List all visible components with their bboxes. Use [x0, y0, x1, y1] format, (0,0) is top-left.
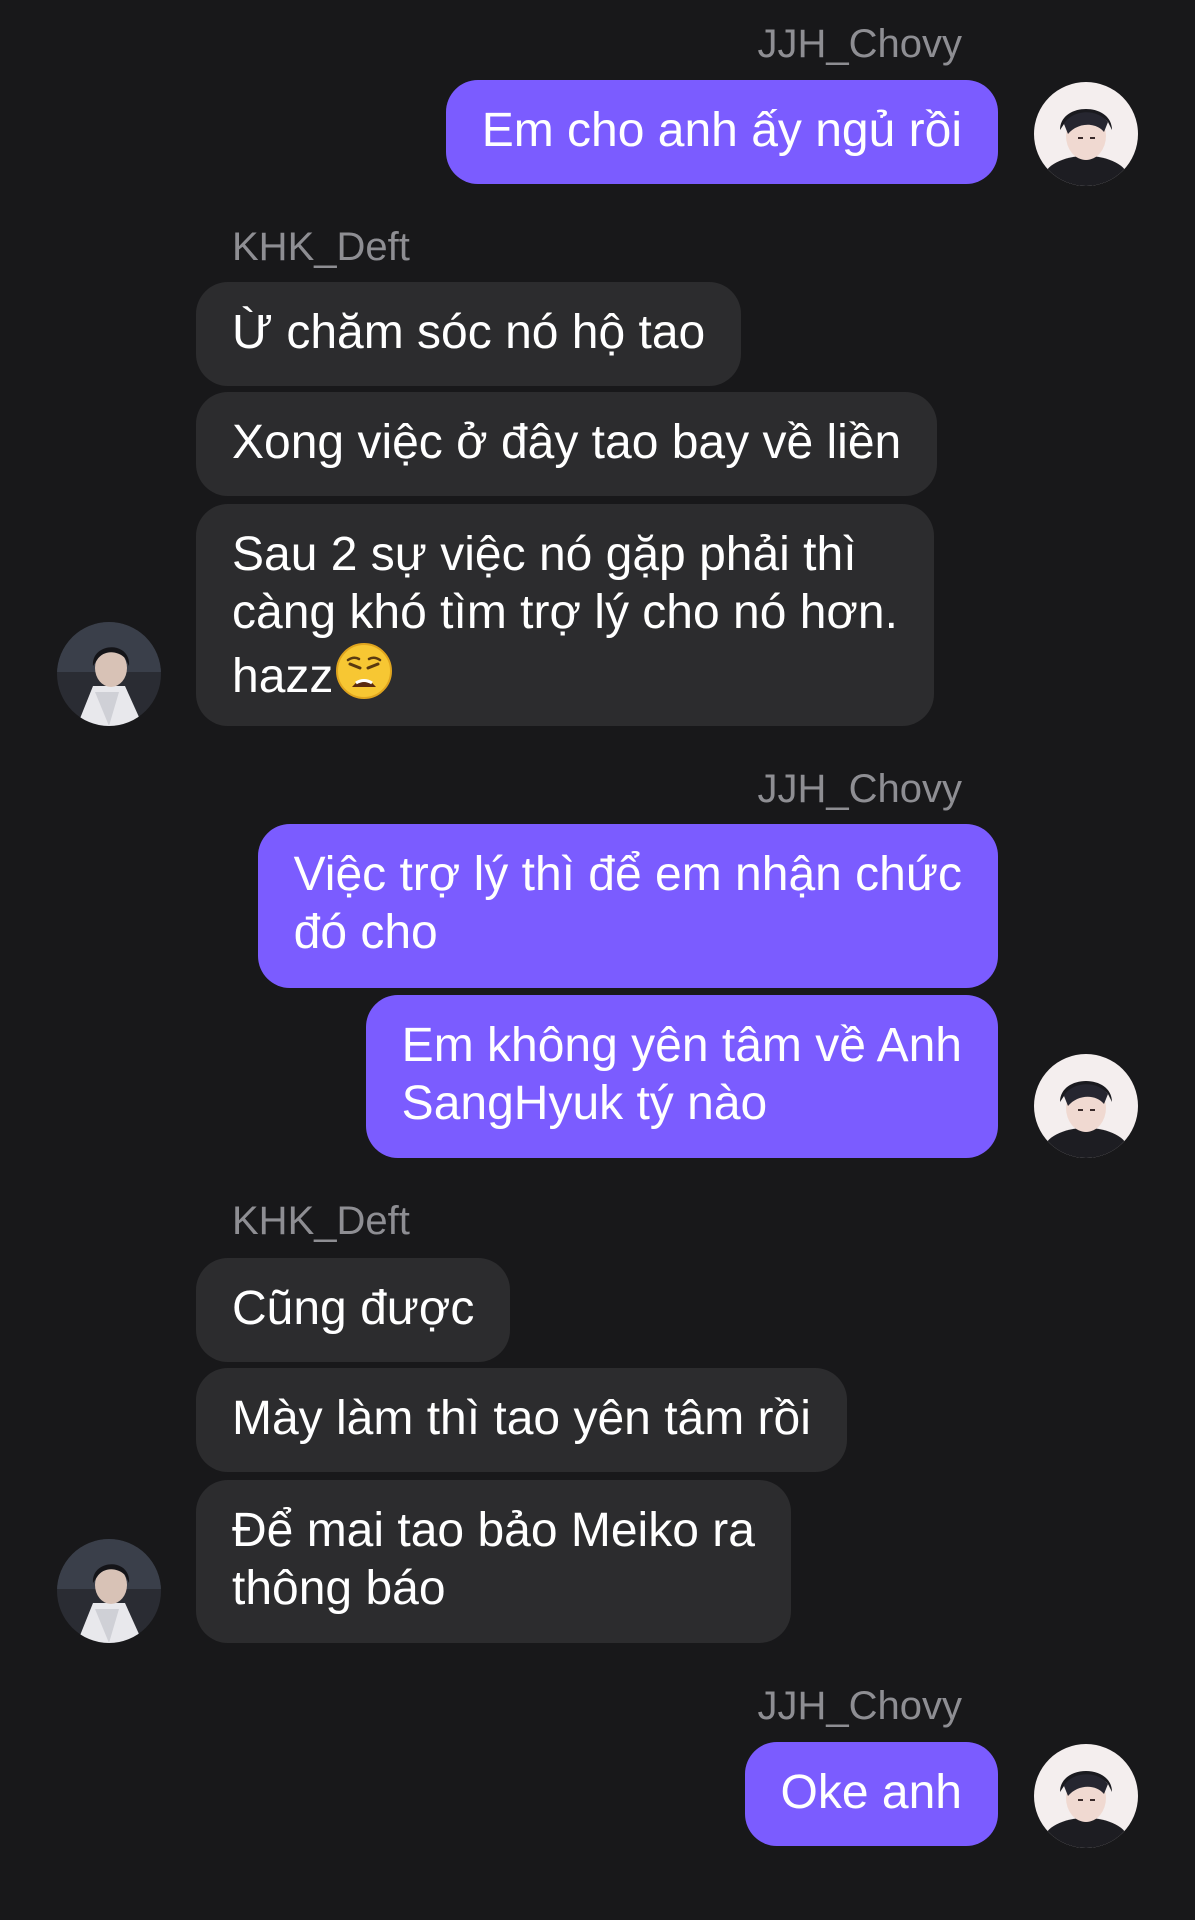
message-text: Mày làm thì tao yên tâm rồi — [232, 1392, 811, 1445]
avatar-jjh-chovy[interactable] — [1034, 82, 1138, 186]
message-bubble-incoming[interactable]: Để mai tao bảo Meiko ra thông báo — [196, 1480, 791, 1643]
message-bubble-incoming[interactable]: Ừ chăm sóc nó hộ tao — [196, 282, 742, 386]
avatar-image — [57, 622, 161, 726]
weary-face-icon — [335, 642, 393, 714]
sender-name: KHK_Deft — [232, 1199, 410, 1243]
message-text: Em cho anh ấy ngủ rồi — [481, 104, 962, 157]
avatar-jjh-chovy[interactable] — [1034, 1744, 1138, 1848]
message-text: đó cho — [293, 906, 438, 959]
chat-screen: { "senders": { "me": "JJH_Chovy", "other… — [0, 0, 1195, 1920]
avatar-khk-deft[interactable] — [57, 1539, 161, 1643]
avatar-image — [1034, 1054, 1138, 1158]
message-bubble-incoming[interactable]: Mày làm thì tao yên tâm rồi — [196, 1368, 847, 1472]
message-text: Việc trợ lý thì để em nhận chức — [293, 848, 962, 901]
message-text: càng khó tìm trợ lý cho nó hơn. — [232, 586, 898, 639]
message-bubble-incoming[interactable]: Sau 2 sự việc nó gặp phải thì càng khó t… — [196, 504, 934, 726]
message-text: Để mai tao bảo Meiko ra — [232, 1504, 755, 1557]
message-bubble-outgoing[interactable]: Em không yên tâm về Anh SangHyuk tý nào — [365, 995, 998, 1158]
avatar-image — [1034, 1744, 1138, 1848]
sender-name: JJH_Chovy — [757, 767, 962, 811]
message-bubble-incoming[interactable]: Xong việc ở đây tao bay về liền — [196, 392, 938, 496]
message-bubble-incoming[interactable]: Cũng được — [196, 1258, 511, 1362]
message-text: Sau 2 sự việc nó gặp phải thì — [232, 528, 857, 581]
message-text: Xong việc ở đây tao bay về liền — [232, 416, 902, 469]
message-text: SangHyuk tý nào — [401, 1077, 768, 1130]
message-bubble-outgoing[interactable]: Việc trợ lý thì để em nhận chức đó cho — [257, 824, 998, 988]
avatar-image — [1034, 82, 1138, 186]
avatar-jjh-chovy[interactable] — [1034, 1054, 1138, 1158]
sender-name: JJH_Chovy — [757, 1684, 962, 1728]
message-text: thông báo — [232, 1562, 446, 1615]
sender-name: JJH_Chovy — [757, 22, 962, 66]
message-text: Cũng được — [232, 1282, 475, 1335]
sender-name: KHK_Deft — [232, 225, 410, 269]
message-bubble-outgoing[interactable]: Em cho anh ấy ngủ rồi — [445, 80, 998, 184]
message-bubble-outgoing[interactable]: Oke anh — [744, 1742, 998, 1846]
avatar-image — [57, 1539, 161, 1643]
message-text: Oke anh — [780, 1766, 962, 1819]
message-text: Em không yên tâm về Anh — [401, 1019, 962, 1072]
avatar-khk-deft[interactable] — [57, 622, 161, 726]
message-text: hazz — [232, 650, 334, 703]
message-text: Ừ chăm sóc nó hộ tao — [232, 306, 706, 359]
